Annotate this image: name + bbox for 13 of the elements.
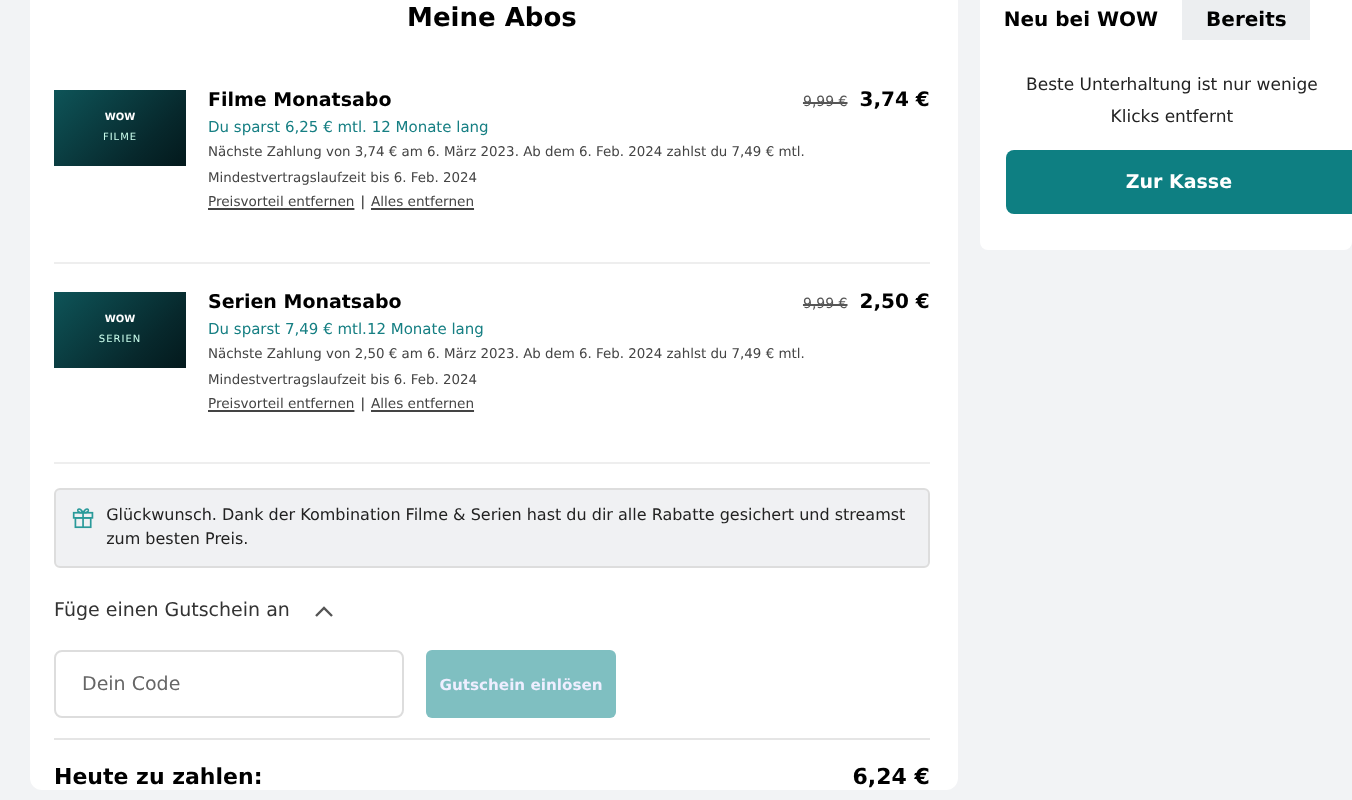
cart-title: Meine Abos bbox=[405, 2, 579, 38]
checkout-button[interactable]: Zur Kasse bbox=[1005, 150, 1352, 214]
subscription-name: Serien Monatsabo bbox=[208, 291, 404, 314]
tab[interactable]: Bereits bbox=[1182, 0, 1311, 40]
info-text: Beste Unterhaltung ist nur wenige Klicks entfernt bbox=[1024, 74, 1320, 132]
gift-icon bbox=[72, 504, 95, 530]
price: 2,50 € bbox=[859, 291, 930, 314]
notice-text: Glückwunsch. Dank der Kombination Filme & Serien hast du dir alle Rabatte gesichert und streamst zum besten Preis. bbox=[106, 504, 908, 552]
total-label: Heute zu zahlen: bbox=[54, 764, 263, 790]
total-value: 6,24 € bbox=[852, 764, 930, 790]
price: 3,74 € bbox=[859, 90, 930, 113]
chevron-icon bbox=[313, 605, 334, 617]
subscription-name: Filme Monatsabo bbox=[208, 90, 394, 113]
